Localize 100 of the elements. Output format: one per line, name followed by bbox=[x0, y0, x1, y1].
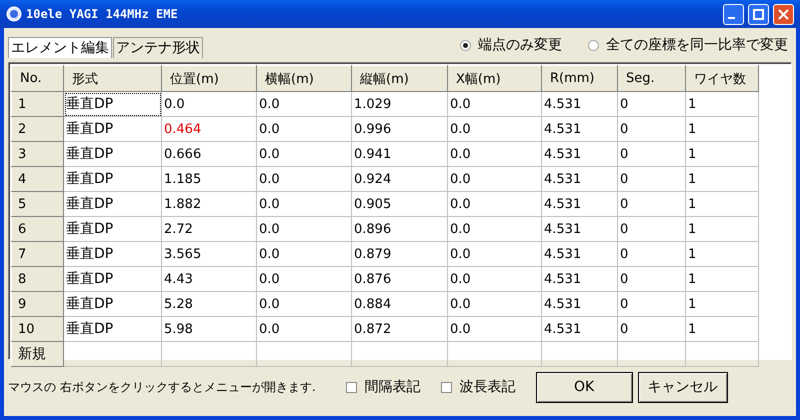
table-cell: 1 bbox=[686, 266, 758, 292]
table-cell: 0.0 bbox=[256, 166, 352, 192]
table-cell: 4.531 bbox=[542, 192, 618, 216]
ok-button[interactable]: OK bbox=[536, 372, 633, 402]
table-cell: 0.0 bbox=[256, 242, 352, 266]
table-cell: 垂直DP bbox=[64, 116, 162, 142]
column-header[interactable]: 横幅(m) bbox=[256, 66, 352, 92]
table-cell: 1 bbox=[686, 142, 758, 166]
table-cell: 0 bbox=[618, 116, 686, 142]
table-cell: 1 bbox=[686, 316, 758, 342]
table-cell: 1 bbox=[686, 192, 758, 216]
table-cell: 0.0 bbox=[256, 216, 352, 242]
radio-label[interactable]: 全ての座標を同一比率で変更 bbox=[606, 36, 788, 54]
table-cell: 垂直DP bbox=[64, 242, 162, 266]
column-header[interactable]: 形式 bbox=[64, 66, 162, 92]
window-title: 10ele YAGI 144MHz EME bbox=[26, 7, 179, 21]
tab[interactable]: エレメント編集 bbox=[8, 37, 112, 58]
table-cell: 0.0 bbox=[448, 292, 542, 316]
column-header[interactable]: ワイヤ数 bbox=[686, 66, 758, 92]
table-cell: 4.531 bbox=[542, 92, 618, 116]
row-header[interactable]: 3 bbox=[12, 142, 64, 166]
table-cell: 4.531 bbox=[542, 242, 618, 266]
minimize-button[interactable] bbox=[723, 4, 744, 24]
table-cell: 0.666 bbox=[162, 142, 256, 166]
table-cell: 0.879 bbox=[352, 242, 448, 266]
table-cell: 0.0 bbox=[448, 266, 542, 292]
tab[interactable]: アンテナ形状 bbox=[113, 37, 203, 58]
table-cell: 0.0 bbox=[256, 266, 352, 292]
table-cell: 0 bbox=[618, 192, 686, 216]
column-header[interactable]: 位置(m) bbox=[162, 66, 256, 92]
table-cell: 0.0 bbox=[448, 142, 542, 166]
column-header[interactable]: No. bbox=[12, 66, 64, 92]
table-cell: 0 bbox=[618, 316, 686, 342]
table-cell: 0.872 bbox=[352, 316, 448, 342]
row-header[interactable]: 9 bbox=[12, 292, 64, 316]
checkbox[interactable] bbox=[346, 382, 357, 392]
table-cell: 4.531 bbox=[542, 216, 618, 242]
row-header[interactable]: 7 bbox=[12, 242, 64, 266]
row-header[interactable]: 2 bbox=[12, 116, 64, 142]
column-header[interactable]: R(mm) bbox=[542, 66, 618, 92]
table-cell: 0.0 bbox=[448, 242, 542, 266]
table-cell: 0 bbox=[618, 266, 686, 292]
checkbox[interactable] bbox=[440, 382, 452, 392]
table-cell: 3.565 bbox=[162, 242, 256, 266]
column-header[interactable]: X幅(m) bbox=[448, 66, 542, 92]
table-cell: 4.531 bbox=[542, 292, 618, 316]
table-cell: 1 bbox=[686, 92, 758, 116]
table-cell: 0.0 bbox=[162, 92, 256, 116]
table-cell: 1 bbox=[686, 116, 758, 142]
row-header[interactable]: 8 bbox=[12, 266, 64, 292]
table-cell: 0.0 bbox=[448, 216, 542, 242]
maximize-button[interactable] bbox=[748, 4, 769, 24]
table-cell: 0.996 bbox=[352, 116, 448, 142]
table-cell: 0.924 bbox=[352, 166, 448, 192]
column-header[interactable]: Seg. bbox=[618, 66, 686, 92]
table-cell: 1 bbox=[686, 242, 758, 266]
table-cell: 0.884 bbox=[352, 292, 448, 316]
table-cell: 0 bbox=[618, 292, 686, 316]
row-header[interactable]: 1 bbox=[12, 92, 64, 116]
table-cell: 0.905 bbox=[352, 192, 448, 216]
table-cell: 垂直DP bbox=[64, 166, 162, 192]
row-header[interactable]: 6 bbox=[12, 216, 64, 242]
table-cell: 垂直DP bbox=[64, 92, 162, 116]
row-header[interactable]: 10 bbox=[12, 316, 64, 342]
table-cell: 0.0 bbox=[256, 192, 352, 216]
table-cell: 0 bbox=[618, 92, 686, 116]
table-cell: 0.941 bbox=[352, 142, 448, 166]
table-cell: 0 bbox=[618, 216, 686, 242]
table-cell: 1 bbox=[686, 292, 758, 316]
row-header[interactable]: 新規 bbox=[12, 342, 64, 366]
table-cell: 0 bbox=[618, 166, 686, 192]
table-cell: 0 bbox=[618, 142, 686, 166]
table-cell: 4.531 bbox=[542, 316, 618, 342]
radio-label[interactable]: 端点のみ変更 bbox=[478, 36, 562, 54]
checkbox-label[interactable]: 波長表記 bbox=[460, 378, 516, 396]
table-cell: 5.98 bbox=[162, 316, 256, 342]
row-header[interactable]: 5 bbox=[12, 192, 64, 216]
table-cell: 1 bbox=[686, 166, 758, 192]
table-cell: 0 bbox=[618, 242, 686, 266]
close-icon bbox=[778, 8, 789, 20]
table-cell: 1.882 bbox=[162, 192, 256, 216]
table-cell: 0.0 bbox=[256, 92, 352, 116]
row-header[interactable]: 4 bbox=[12, 166, 64, 192]
table-cell: 0.0 bbox=[256, 142, 352, 166]
table-cell: 4.531 bbox=[542, 142, 618, 166]
minimize-icon bbox=[728, 17, 735, 19]
table-cell: 0.876 bbox=[352, 266, 448, 292]
table-cell: 0.0 bbox=[448, 316, 542, 342]
table-cell: 垂直DP bbox=[64, 142, 162, 166]
checkbox-label[interactable]: 間隔表記 bbox=[364, 378, 421, 396]
table-cell: 垂直DP bbox=[64, 266, 162, 292]
table-cell: 4.43 bbox=[162, 266, 256, 292]
table-cell: 0.0 bbox=[448, 166, 542, 192]
cancel-button[interactable]: キャンセル bbox=[638, 372, 728, 402]
table-cell: 0.896 bbox=[352, 216, 448, 242]
table-cell: 4.531 bbox=[542, 116, 618, 142]
table-cell: 0.0 bbox=[256, 316, 352, 342]
column-header[interactable]: 縦幅(m) bbox=[352, 66, 448, 92]
close-button[interactable] bbox=[773, 4, 794, 24]
table-cell: 5.28 bbox=[162, 292, 256, 316]
